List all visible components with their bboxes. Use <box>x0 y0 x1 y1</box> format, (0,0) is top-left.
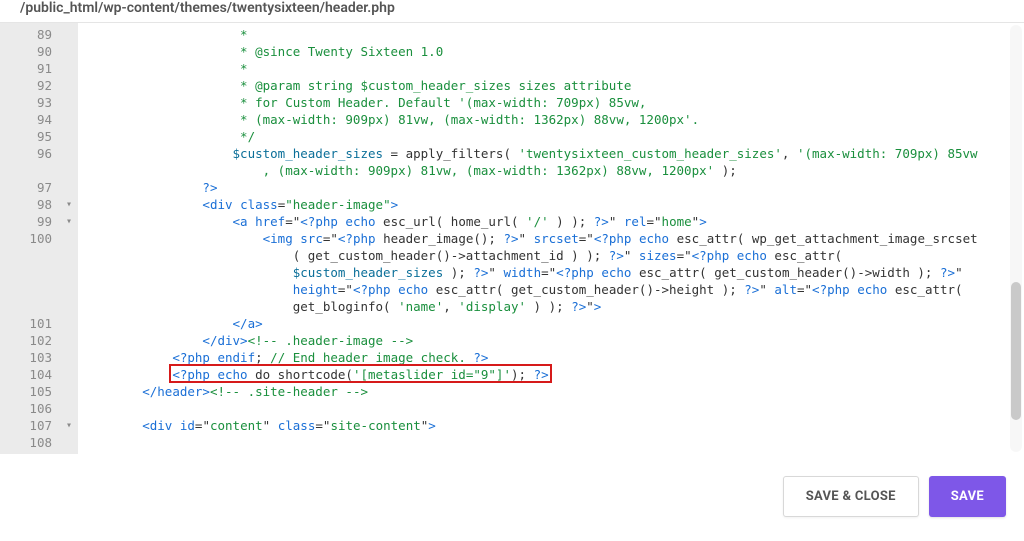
line-number: 107 <box>6 417 52 434</box>
code-line[interactable]: get_bloginfo( 'name', 'display' ) ); ?>"… <box>82 298 1024 315</box>
fold-spacer <box>60 94 78 111</box>
fold-spacer <box>60 162 78 179</box>
line-number: 98 <box>6 196 52 213</box>
fold-toggle-icon[interactable]: ▾ <box>60 196 78 213</box>
fold-spacer <box>60 179 78 196</box>
line-number: 92 <box>6 77 52 94</box>
line-number: 95 <box>6 128 52 145</box>
line-number: 104 <box>6 366 52 383</box>
file-path: /public_html/wp-content/themes/twentysix… <box>0 0 1024 22</box>
code-line[interactable]: </div><!-- .header-image --> <box>82 332 1024 349</box>
code-line[interactable]: * for Custom Header. Default '(max-width… <box>82 94 1024 111</box>
code-area[interactable]: * * @since Twenty Sixteen 1.0 * * @param… <box>78 23 1024 454</box>
code-line[interactable]: </header><!-- .site-header --> <box>82 383 1024 400</box>
fold-spacer <box>60 264 78 281</box>
fold-spacer <box>60 26 78 43</box>
code-line[interactable]: ( get_custom_header()->attachment_id ) )… <box>82 247 1024 264</box>
fold-spacer <box>60 247 78 264</box>
code-line[interactable]: <?php echo do_shortcode('[metaslider id=… <box>82 366 1024 383</box>
fold-spacer <box>60 77 78 94</box>
code-line[interactable]: <a href="<?php echo esc_url( home_url( '… <box>82 213 1024 230</box>
code-line[interactable] <box>82 434 1024 451</box>
fold-spacer <box>60 145 78 162</box>
line-number: 99 <box>6 213 52 230</box>
line-number: 100 <box>6 230 52 247</box>
line-number <box>6 264 52 281</box>
fold-toggle-icon[interactable]: ▾ <box>60 417 78 434</box>
code-line[interactable]: */ <box>82 128 1024 145</box>
fold-spacer <box>60 128 78 145</box>
vertical-scrollbar[interactable] <box>1010 23 1022 454</box>
fold-spacer <box>60 434 78 451</box>
line-number: 108 <box>6 434 52 451</box>
line-number <box>6 298 52 315</box>
fold-gutter[interactable]: ▾▾▾ <box>60 23 78 454</box>
fold-spacer <box>60 111 78 128</box>
line-number: 96 <box>6 145 52 162</box>
line-number: 94 <box>6 111 52 128</box>
fold-spacer <box>60 366 78 383</box>
line-number: 105 <box>6 383 52 400</box>
fold-spacer <box>60 281 78 298</box>
fold-spacer <box>60 230 78 247</box>
fold-spacer <box>60 60 78 77</box>
code-line[interactable]: <div class="header-image"> <box>82 196 1024 213</box>
fold-spacer <box>60 298 78 315</box>
code-line[interactable]: , (max-width: 909px) 81vw, (max-width: 1… <box>82 162 1024 179</box>
code-line[interactable] <box>82 400 1024 417</box>
line-number: 90 <box>6 43 52 60</box>
code-line[interactable]: </a> <box>82 315 1024 332</box>
line-number: 102 <box>6 332 52 349</box>
code-line[interactable]: * @param string $custom_header_sizes siz… <box>82 77 1024 94</box>
code-line[interactable]: * (max-width: 909px) 81vw, (max-width: 1… <box>82 111 1024 128</box>
scrollbar-thumb[interactable] <box>1011 282 1021 420</box>
line-number: 106 <box>6 400 52 417</box>
line-number: 97 <box>6 179 52 196</box>
line-number <box>6 162 52 179</box>
code-line[interactable]: $custom_header_sizes = apply_filters( 't… <box>82 145 1024 162</box>
fold-spacer <box>60 400 78 417</box>
line-number: 103 <box>6 349 52 366</box>
line-number: 91 <box>6 60 52 77</box>
code-line[interactable]: * <box>82 26 1024 43</box>
fold-spacer <box>60 43 78 60</box>
line-number <box>6 247 52 264</box>
line-number-gutter: 8990919293949596 979899100 101102103104105… <box>0 23 60 454</box>
line-number <box>6 281 52 298</box>
code-line[interactable]: <div id="content" class="site-content"> <box>82 417 1024 434</box>
code-line[interactable]: $custom_header_sizes ); ?>" width="<?php… <box>82 264 1024 281</box>
line-number: 89 <box>6 26 52 43</box>
code-line[interactable]: height="<?php echo esc_attr( get_custom_… <box>82 281 1024 298</box>
line-number: 93 <box>6 94 52 111</box>
save-close-button[interactable]: SAVE & CLOSE <box>783 476 919 517</box>
code-line[interactable]: * @since Twenty Sixteen 1.0 <box>82 43 1024 60</box>
fold-toggle-icon[interactable]: ▾ <box>60 213 78 230</box>
code-line[interactable]: ?> <box>82 179 1024 196</box>
fold-spacer <box>60 315 78 332</box>
code-line[interactable]: <img src="<?php header_image(); ?>" srcs… <box>82 230 1024 247</box>
fold-spacer <box>60 349 78 366</box>
save-button[interactable]: SAVE <box>929 476 1006 517</box>
code-line[interactable]: * <box>82 60 1024 77</box>
code-editor[interactable]: 8990919293949596 979899100 101102103104105… <box>0 22 1024 454</box>
code-line[interactable]: <?php endif; // End header image check. … <box>82 349 1024 366</box>
fold-spacer <box>60 332 78 349</box>
editor-footer: SAVE & CLOSE SAVE <box>0 454 1024 529</box>
fold-spacer <box>60 383 78 400</box>
line-number: 101 <box>6 315 52 332</box>
